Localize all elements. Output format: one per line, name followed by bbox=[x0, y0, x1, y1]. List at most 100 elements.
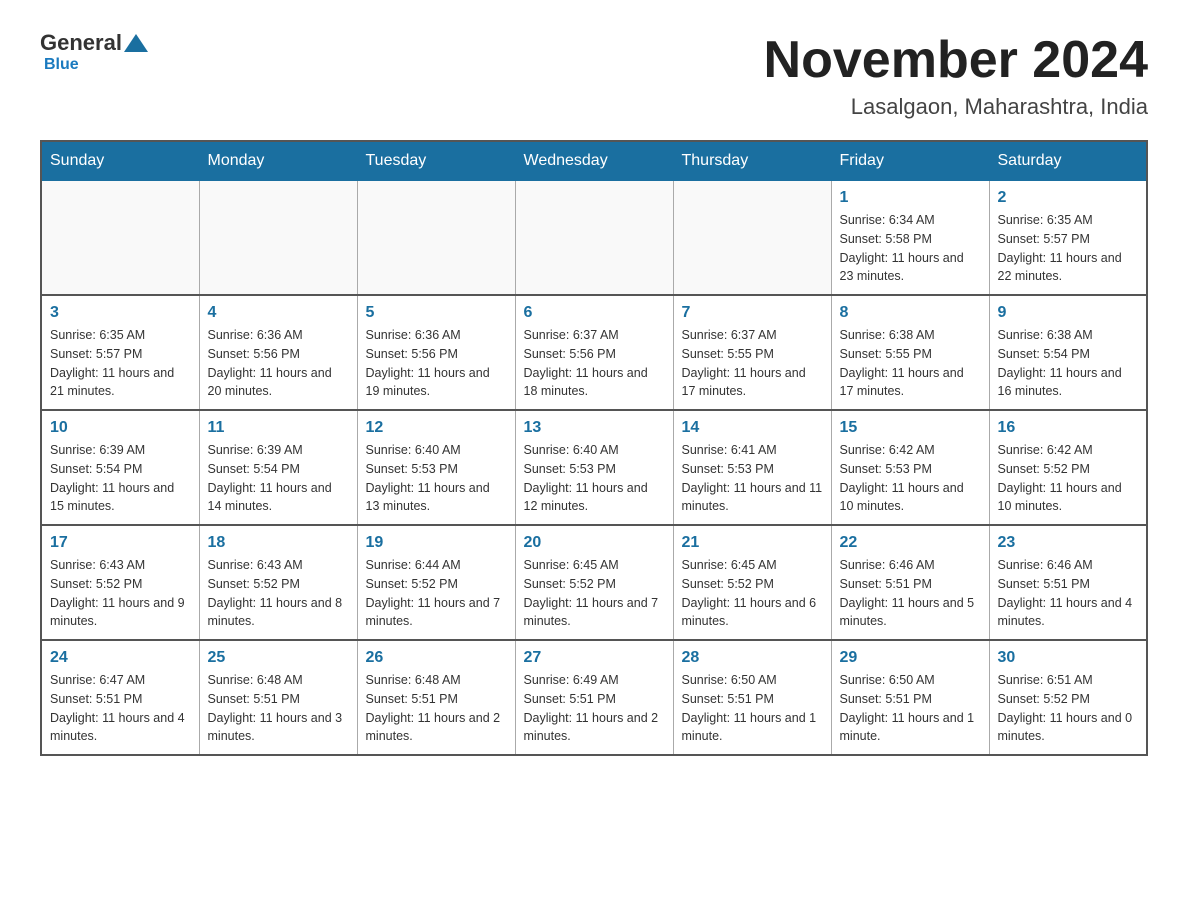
calendar-cell: 11 Sunrise: 6:39 AMSunset: 5:54 PMDayligh… bbox=[199, 410, 357, 525]
calendar-cell: 18 Sunrise: 6:43 AMSunset: 5:52 PMDayligh… bbox=[199, 525, 357, 640]
calendar-cell: 28Sunrise: 6:50 AMSunset: 5:51 PMDayligh… bbox=[673, 640, 831, 755]
calendar-cell: 5Sunrise: 6:36 AMSunset: 5:56 PMDaylight… bbox=[357, 295, 515, 410]
weekday-header-row: SundayMondayTuesdayWednesdayThursdayFrid… bbox=[41, 141, 1147, 181]
title-area: November 2024 Lasalgaon, Maharashtra, In… bbox=[764, 30, 1148, 120]
day-number: 16 bbox=[998, 419, 1139, 437]
day-number: 12 bbox=[366, 419, 507, 437]
month-year-title: November 2024 bbox=[764, 30, 1148, 90]
calendar-cell: 29Sunrise: 6:50 AMSunset: 5:51 PMDayligh… bbox=[831, 640, 989, 755]
day-number: 18 bbox=[208, 534, 349, 552]
day-info: Sunrise: 6:45 AMSunset: 5:52 PMDaylight:… bbox=[682, 556, 823, 631]
day-info: Sunrise: 6:36 AMSunset: 5:56 PMDaylight:… bbox=[208, 326, 349, 401]
day-info: Sunrise: 6:34 AMSunset: 5:58 PMDaylight:… bbox=[840, 211, 981, 286]
calendar-cell bbox=[357, 181, 515, 296]
calendar-cell: 19 Sunrise: 6:44 AMSunset: 5:52 PMDayligh… bbox=[357, 525, 515, 640]
day-number: 19 bbox=[366, 534, 507, 552]
day-number: 5 bbox=[366, 304, 507, 322]
day-number: 6 bbox=[524, 304, 665, 322]
calendar-cell: 25 Sunrise: 6:48 AMSunset: 5:51 PMDayligh… bbox=[199, 640, 357, 755]
calendar-cell bbox=[673, 181, 831, 296]
day-info: Sunrise: 6:41 AMSunset: 5:53 PMDaylight:… bbox=[682, 441, 823, 516]
day-info: Sunrise: 6:45 AMSunset: 5:52 PMDaylight:… bbox=[524, 556, 665, 631]
day-number: 28 bbox=[682, 649, 823, 667]
calendar-cell bbox=[199, 181, 357, 296]
day-info: Sunrise: 6:39 AMSunset: 5:54 PMDaylight:… bbox=[50, 441, 191, 516]
day-info: Sunrise: 6:48 AMSunset: 5:51 PMDaylight:… bbox=[208, 671, 349, 746]
day-number: 4 bbox=[208, 304, 349, 322]
day-number: 11 bbox=[208, 419, 349, 437]
day-number: 27 bbox=[524, 649, 665, 667]
calendar-cell: 17 Sunrise: 6:43 AMSunset: 5:52 PMDayligh… bbox=[41, 525, 199, 640]
week-row-4: 17 Sunrise: 6:43 AMSunset: 5:52 PMDayligh… bbox=[41, 525, 1147, 640]
day-info: Sunrise: 6:47 AMSunset: 5:51 PMDaylight:… bbox=[50, 671, 191, 746]
day-info: Sunrise: 6:43 AMSunset: 5:52 PMDaylight:… bbox=[208, 556, 349, 631]
day-number: 8 bbox=[840, 304, 981, 322]
day-info: Sunrise: 6:49 AMSunset: 5:51 PMDaylight:… bbox=[524, 671, 665, 746]
logo-general-text: General bbox=[40, 30, 122, 56]
calendar-cell: 4 Sunrise: 6:36 AMSunset: 5:56 PMDaylight… bbox=[199, 295, 357, 410]
weekday-header-friday: Friday bbox=[831, 141, 989, 181]
day-number: 30 bbox=[998, 649, 1139, 667]
day-number: 22 bbox=[840, 534, 981, 552]
logo-blue-text: Blue bbox=[44, 56, 79, 73]
day-info: Sunrise: 6:46 AMSunset: 5:51 PMDaylight:… bbox=[840, 556, 981, 631]
calendar-cell: 23 Sunrise: 6:46 AMSunset: 5:51 PMDayligh… bbox=[989, 525, 1147, 640]
day-info: Sunrise: 6:37 AMSunset: 5:55 PMDaylight:… bbox=[682, 326, 823, 401]
week-row-3: 10 Sunrise: 6:39 AMSunset: 5:54 PMDayligh… bbox=[41, 410, 1147, 525]
location-subtitle: Lasalgaon, Maharashtra, India bbox=[764, 94, 1148, 120]
day-number: 2 bbox=[998, 189, 1139, 207]
day-number: 1 bbox=[840, 189, 981, 207]
day-number: 20 bbox=[524, 534, 665, 552]
day-number: 10 bbox=[50, 419, 191, 437]
day-number: 21 bbox=[682, 534, 823, 552]
calendar-cell: 15 Sunrise: 6:42 AMSunset: 5:53 PMDayligh… bbox=[831, 410, 989, 525]
day-number: 14 bbox=[682, 419, 823, 437]
day-info: Sunrise: 6:42 AMSunset: 5:53 PMDaylight:… bbox=[840, 441, 981, 516]
day-info: Sunrise: 6:35 AMSunset: 5:57 PMDaylight:… bbox=[50, 326, 191, 401]
calendar-cell: 13Sunrise: 6:40 AMSunset: 5:53 PMDayligh… bbox=[515, 410, 673, 525]
calendar-cell: 16Sunrise: 6:42 AMSunset: 5:52 PMDayligh… bbox=[989, 410, 1147, 525]
calendar-cell: 12 Sunrise: 6:40 AMSunset: 5:53 PMDayligh… bbox=[357, 410, 515, 525]
calendar-cell: 21 Sunrise: 6:45 AMSunset: 5:52 PMDayligh… bbox=[673, 525, 831, 640]
calendar-cell: 26Sunrise: 6:48 AMSunset: 5:51 PMDayligh… bbox=[357, 640, 515, 755]
day-info: Sunrise: 6:35 AMSunset: 5:57 PMDaylight:… bbox=[998, 211, 1139, 286]
calendar-cell: 22 Sunrise: 6:46 AMSunset: 5:51 PMDayligh… bbox=[831, 525, 989, 640]
weekday-header-saturday: Saturday bbox=[989, 141, 1147, 181]
calendar-cell: 27 Sunrise: 6:49 AMSunset: 5:51 PMDayligh… bbox=[515, 640, 673, 755]
weekday-header-monday: Monday bbox=[199, 141, 357, 181]
weekday-header-sunday: Sunday bbox=[41, 141, 199, 181]
calendar-cell: 30 Sunrise: 6:51 AMSunset: 5:52 PMDayligh… bbox=[989, 640, 1147, 755]
weekday-header-wednesday: Wednesday bbox=[515, 141, 673, 181]
day-info: Sunrise: 6:43 AMSunset: 5:52 PMDaylight:… bbox=[50, 556, 191, 631]
calendar-cell: 24 Sunrise: 6:47 AMSunset: 5:51 PMDayligh… bbox=[41, 640, 199, 755]
day-info: Sunrise: 6:39 AMSunset: 5:54 PMDaylight:… bbox=[208, 441, 349, 516]
day-number: 25 bbox=[208, 649, 349, 667]
day-info: Sunrise: 6:38 AMSunset: 5:55 PMDaylight:… bbox=[840, 326, 981, 401]
day-info: Sunrise: 6:44 AMSunset: 5:52 PMDaylight:… bbox=[366, 556, 507, 631]
day-number: 24 bbox=[50, 649, 191, 667]
day-number: 29 bbox=[840, 649, 981, 667]
calendar-cell: 6 Sunrise: 6:37 AMSunset: 5:56 PMDaylight… bbox=[515, 295, 673, 410]
calendar-table: SundayMondayTuesdayWednesdayThursdayFrid… bbox=[40, 140, 1148, 756]
week-row-5: 24 Sunrise: 6:47 AMSunset: 5:51 PMDayligh… bbox=[41, 640, 1147, 755]
calendar-cell: 20 Sunrise: 6:45 AMSunset: 5:52 PMDayligh… bbox=[515, 525, 673, 640]
day-info: Sunrise: 6:40 AMSunset: 5:53 PMDaylight:… bbox=[366, 441, 507, 516]
calendar-cell: 3 Sunrise: 6:35 AMSunset: 5:57 PMDaylight… bbox=[41, 295, 199, 410]
day-number: 23 bbox=[998, 534, 1139, 552]
day-number: 7 bbox=[682, 304, 823, 322]
day-number: 3 bbox=[50, 304, 191, 322]
day-info: Sunrise: 6:46 AMSunset: 5:51 PMDaylight:… bbox=[998, 556, 1139, 631]
calendar-cell: 10 Sunrise: 6:39 AMSunset: 5:54 PMDayligh… bbox=[41, 410, 199, 525]
weekday-header-tuesday: Tuesday bbox=[357, 141, 515, 181]
day-info: Sunrise: 6:51 AMSunset: 5:52 PMDaylight:… bbox=[998, 671, 1139, 746]
day-info: Sunrise: 6:37 AMSunset: 5:56 PMDaylight:… bbox=[524, 326, 665, 401]
calendar-cell bbox=[41, 181, 199, 296]
day-number: 17 bbox=[50, 534, 191, 552]
calendar-cell: 1 Sunrise: 6:34 AMSunset: 5:58 PMDaylight… bbox=[831, 181, 989, 296]
logo-triangle-icon bbox=[124, 34, 148, 52]
calendar-cell: 2 Sunrise: 6:35 AMSunset: 5:57 PMDaylight… bbox=[989, 181, 1147, 296]
week-row-2: 3 Sunrise: 6:35 AMSunset: 5:57 PMDaylight… bbox=[41, 295, 1147, 410]
logo: General Blue bbox=[40, 30, 150, 74]
day-number: 15 bbox=[840, 419, 981, 437]
calendar-cell: 8 Sunrise: 6:38 AMSunset: 5:55 PMDaylight… bbox=[831, 295, 989, 410]
